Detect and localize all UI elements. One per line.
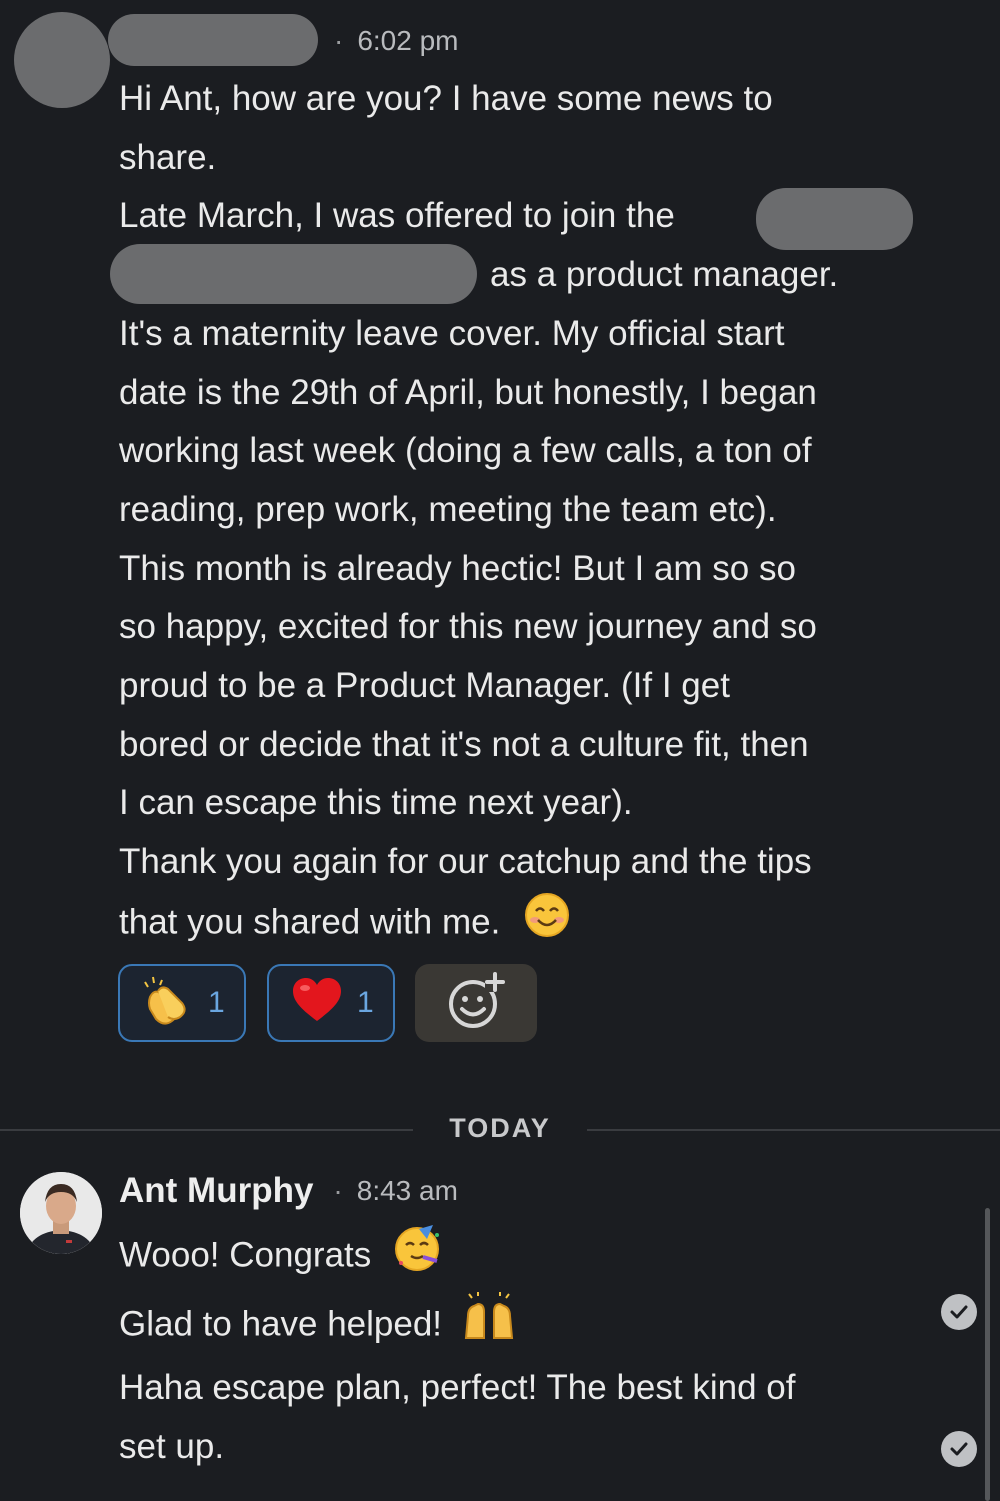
clapping-hands-icon: [142, 975, 194, 1032]
message-line: I can escape this time next year).: [119, 783, 633, 823]
read-receipt-icon: [941, 1431, 977, 1467]
message-body: Hi Ant, how are you? I have some news to…: [119, 70, 838, 957]
message-line: Haha escape plan, perfect! The best kind…: [119, 1368, 796, 1407]
message-line: working last week (doing a few calls, a …: [119, 431, 812, 471]
message-line: Glad to have helped!: [119, 1291, 516, 1361]
message-time: 6:02 pm: [357, 25, 459, 56]
author-name[interactable]: Ant Murphy: [119, 1171, 313, 1211]
reaction-clap-button[interactable]: 1: [118, 964, 246, 1042]
sender-avatar-redacted[interactable]: [14, 12, 110, 108]
message-line-text: Wooo! Congrats: [119, 1235, 372, 1275]
message-line: bored or decide that it's not a culture …: [119, 724, 809, 764]
reaction-count: 1: [208, 986, 225, 1019]
date-separator: TODAY: [449, 1113, 551, 1143]
read-receipt-icon: [941, 1294, 977, 1330]
message-line: that you shared with me.: [119, 892, 838, 957]
reaction-heart-button[interactable]: 1: [267, 964, 395, 1042]
red-heart-icon: [291, 975, 343, 1032]
message-line: proud to be a Product Manager. (If I get: [119, 666, 730, 706]
message-line: reading, prep work, meeting the team etc…: [119, 489, 777, 529]
reaction-count: 1: [357, 986, 374, 1019]
smiling-face-emoji-icon: [524, 892, 570, 957]
reply-followup-body: Haha escape plan, perfect! The best kind…: [119, 1359, 795, 1476]
message-line: Thank you again for our catchup and the …: [119, 842, 812, 882]
reply-body: Wooo! Congrats Glad to have helped!: [119, 1223, 516, 1360]
message-line: share.: [119, 137, 217, 177]
separator-dot: ·: [334, 25, 344, 56]
message-line: This month is already hectic! But I am s…: [119, 548, 796, 588]
raising-hands-emoji-icon: [462, 1291, 516, 1361]
partying-face-emoji-icon: [393, 1223, 443, 1292]
message-line-text: Glad to have helped!: [119, 1304, 443, 1344]
separator-dot: ·: [333, 1175, 343, 1206]
reply-header: Ant Murphy · 8:43 am: [119, 1171, 458, 1211]
reply-time: 8:43 am: [356, 1175, 458, 1206]
team-name-redacted: [110, 244, 477, 304]
message-line: date is the 29th of April, but honestly,…: [119, 372, 817, 412]
message-line: set up.: [119, 1426, 225, 1466]
message-header: · 6:02 pm: [326, 25, 459, 57]
author-avatar[interactable]: [20, 1172, 102, 1254]
scrollbar[interactable]: [985, 1208, 990, 1501]
message-line: Wooo! Congrats: [119, 1223, 516, 1292]
message-line: Late March, I was offered to join the: [119, 196, 675, 236]
sender-name-redacted[interactable]: [108, 14, 318, 66]
message-line: so happy, excited for this new journey a…: [119, 607, 817, 647]
message-line: It's a maternity leave cover. My officia…: [119, 313, 785, 353]
message-line: Hi Ant, how are you? I have some news to: [119, 79, 773, 118]
add-emoji-icon: [447, 971, 505, 1035]
company-name-redacted: [756, 188, 913, 250]
add-reaction-button[interactable]: [415, 964, 537, 1042]
message-line-text: that you shared with me.: [119, 902, 501, 942]
